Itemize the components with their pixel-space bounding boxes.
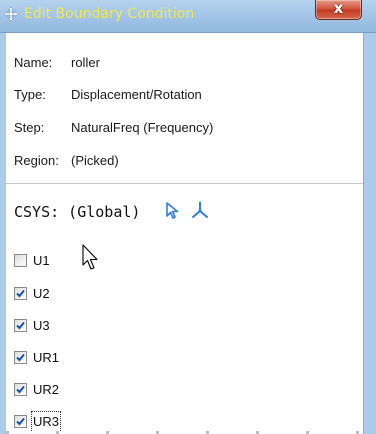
select-arrow-icon[interactable] xyxy=(164,201,182,219)
region-label: Region: xyxy=(14,153,59,168)
checkmark-icon xyxy=(16,385,25,394)
checkbox[interactable] xyxy=(14,383,27,396)
checkmark-icon xyxy=(16,353,25,362)
step-value: NaturalFreq (Frequency) xyxy=(71,120,214,135)
name-label: Name: xyxy=(14,55,53,70)
dialog-body: Name: roller Type: Displacement/Rotation… xyxy=(6,33,363,434)
move-arrows-icon xyxy=(3,6,19,22)
name-row: Name: roller xyxy=(14,53,100,73)
separator xyxy=(6,183,363,185)
window-frame-right xyxy=(363,33,376,434)
dof-label: U1 xyxy=(33,253,50,268)
dof-label: U2 xyxy=(33,286,50,301)
step-label: Step: xyxy=(14,120,45,135)
step-row: Step: NaturalFreq (Frequency) xyxy=(14,118,213,138)
dof-label: U3 xyxy=(33,318,50,333)
region-value: (Picked) xyxy=(71,153,119,168)
checkmark-icon xyxy=(16,289,25,298)
title-bar[interactable]: Edit Boundary Condition x xyxy=(0,0,376,33)
name-value: roller xyxy=(71,55,100,70)
checkbox[interactable] xyxy=(14,287,27,300)
dof-label: UR3 xyxy=(30,411,62,433)
mouse-pointer-icon xyxy=(82,244,98,270)
create-csys-axes-icon[interactable] xyxy=(191,201,209,219)
region-row: Region: (Picked) xyxy=(14,151,119,171)
dof-label: UR2 xyxy=(33,382,60,397)
window-title: Edit Boundary Condition xyxy=(24,6,195,22)
type-label: Type: xyxy=(14,87,46,102)
checkmark-icon xyxy=(16,321,25,330)
csys-label: CSYS: (Global) xyxy=(14,203,141,221)
close-icon: x xyxy=(333,0,344,17)
checkbox[interactable] xyxy=(14,254,27,267)
checkmark-icon xyxy=(16,417,25,426)
type-value: Displacement/Rotation xyxy=(71,87,202,102)
checkbox[interactable] xyxy=(14,319,27,332)
checkbox[interactable] xyxy=(14,351,27,364)
checkbox[interactable] xyxy=(14,415,27,428)
dof-label: UR1 xyxy=(33,350,60,365)
type-row: Type: Displacement/Rotation xyxy=(14,85,202,105)
close-button[interactable]: x xyxy=(315,0,362,20)
